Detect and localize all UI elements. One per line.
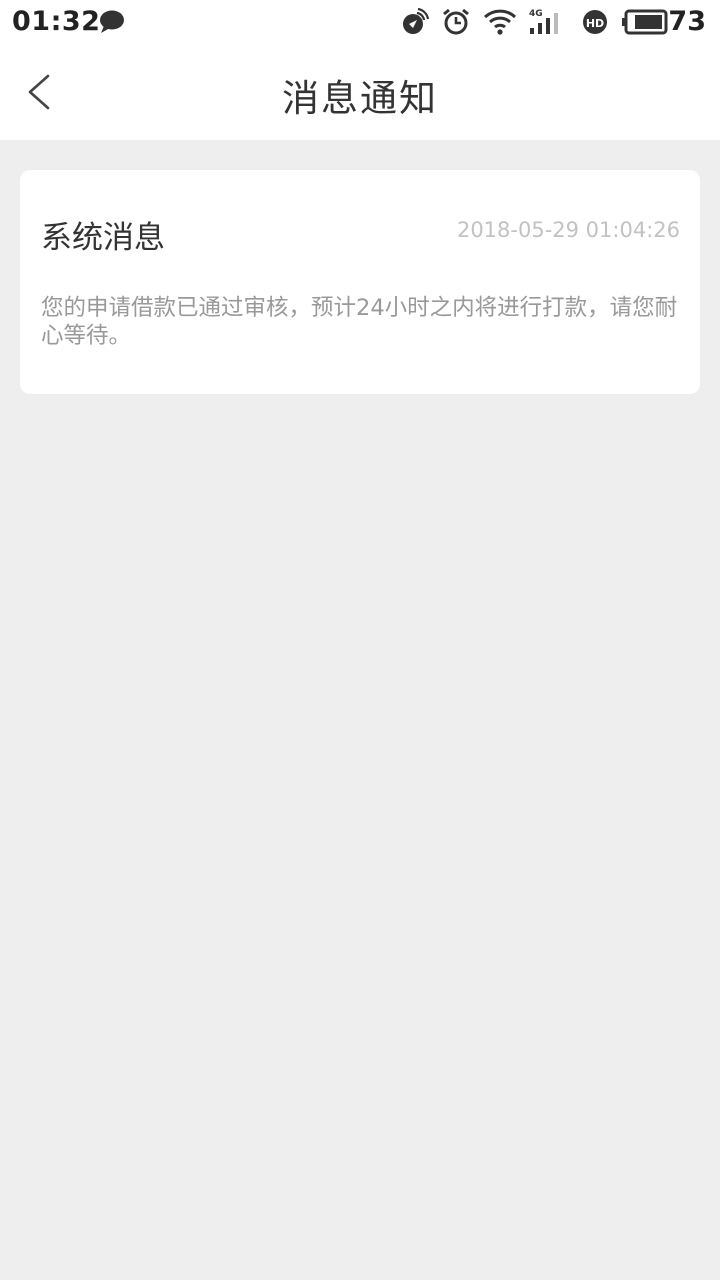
wifi-icon <box>483 9 517 35</box>
status-bar: 01:32 4G HD 73 <box>0 0 720 46</box>
nav-header: 消息通知 <box>0 46 720 140</box>
network-type: 4G <box>529 9 543 19</box>
alarm-icon <box>443 8 469 35</box>
location-icon <box>403 7 430 34</box>
message-timestamp: 2018-05-29 01:04:26 <box>456 218 680 242</box>
battery-icon <box>622 9 668 35</box>
page-title: 消息通知 <box>282 77 438 120</box>
hd-icon: HD <box>583 10 607 34</box>
battery-level: 73 <box>668 6 706 37</box>
message-title: 系统消息 <box>41 220 165 256</box>
svg-text:HD: HD <box>586 17 604 30</box>
status-time: 01:32 <box>12 6 101 37</box>
message-card[interactable]: 系统消息 2018-05-29 01:04:26 您的申请借款已通过审核，预计2… <box>20 170 700 394</box>
chat-bubble-icon <box>100 10 124 33</box>
signal-icon: 4G <box>529 9 558 34</box>
message-body: 您的申请借款已通过审核，预计24小时之内将进行打款，请您耐心等待。 <box>41 295 678 349</box>
